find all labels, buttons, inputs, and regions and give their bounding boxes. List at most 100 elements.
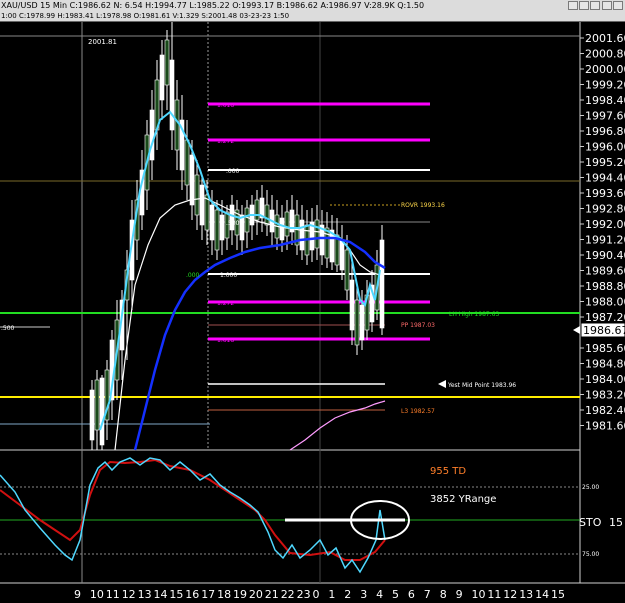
time-tick-label: 2 <box>344 588 351 601</box>
left-500-label: .500 <box>1 325 15 332</box>
yest-mid-label: Yest Mid Point 1983.96 <box>447 382 516 389</box>
candle-body <box>299 219 305 251</box>
candle-body <box>214 209 220 251</box>
time-tick-label: 14 <box>154 588 168 601</box>
time-tick-label: 10 <box>472 588 486 601</box>
time-tick-label: 13 <box>519 588 533 601</box>
price-tick-label: 1992.00 <box>585 218 625 231</box>
time-tick-label: 0 <box>313 588 320 601</box>
stoch-level-75-label: 75.00 <box>582 551 599 558</box>
time-tick-label: 5 <box>392 588 399 601</box>
price-tick-label: 1998.40 <box>585 94 625 107</box>
stoch-red-line <box>0 458 386 561</box>
time-tick-label: 10 <box>90 588 104 601</box>
time-tick-label: 15 <box>551 588 565 601</box>
time-tick-label: 8 <box>440 588 447 601</box>
fib-1272-top-label: 1.272 <box>217 138 234 145</box>
price-tick-label: 1988.00 <box>585 296 625 309</box>
time-tick-label: 4 <box>376 588 383 601</box>
price-tick-label: 1993.60 <box>585 187 625 200</box>
time-tick-label: 12 <box>503 588 517 601</box>
candle-body <box>279 217 285 241</box>
time-tick-label: 21 <box>265 588 279 601</box>
time-tick-label: 17 <box>201 588 215 601</box>
fib-1000-label: 1.000 <box>220 272 237 279</box>
candle-body <box>339 239 345 271</box>
price-tick-label: 1984.00 <box>585 373 625 386</box>
time-tick-label: 16 <box>185 588 199 601</box>
candle-body <box>359 304 365 341</box>
fib-000-label: .000 <box>226 168 240 175</box>
price-tick-label: 1992.80 <box>585 203 625 216</box>
candle-body <box>189 154 195 206</box>
fib-000-low-label: .000 <box>186 272 200 279</box>
candle-body <box>264 204 270 226</box>
time-tick-label: 13 <box>138 588 152 601</box>
price-tick-label: 1991.20 <box>585 234 625 247</box>
time-tick-label: 6 <box>408 588 415 601</box>
candle-body <box>379 239 385 329</box>
price-tick-label: 1996.80 <box>585 125 625 138</box>
candle-body <box>99 377 105 446</box>
price-tick-label: 1997.60 <box>585 110 625 123</box>
price-tick-label: 2001.60 <box>585 32 625 45</box>
chart-window: XAU/USD 15 Min C:1986.62 N: 6.54 H:1994.… <box>0 0 625 603</box>
candle-body <box>354 299 360 346</box>
stoch-period: 15 <box>609 516 623 529</box>
candle-body <box>199 184 205 226</box>
price-tick-label: 1987.20 <box>585 311 625 324</box>
candle-body <box>254 199 260 221</box>
time-tick-label: 7 <box>424 588 431 601</box>
price-tick-label: 1994.40 <box>585 172 625 185</box>
candle-body <box>159 54 165 101</box>
time-tick-label: 15 <box>169 588 183 601</box>
price-axis: 2001.60 2000.80 2000.00 1999.20 1998.40 1997.… <box>580 32 625 433</box>
pp-label: PP 1987.03 <box>401 322 435 329</box>
candle-body <box>174 99 180 151</box>
candle-body <box>324 227 330 259</box>
price-tick-label: 2000.00 <box>585 63 625 76</box>
time-tick-label: 18 <box>217 588 231 601</box>
candle-body <box>344 249 350 291</box>
price-tick-label: 1984.80 <box>585 358 625 371</box>
td-count-label: 955 TD <box>430 466 466 477</box>
price-tick-label: 1989.60 <box>585 265 625 278</box>
fib-1272-bottom-label: 1.272 <box>217 300 234 307</box>
candle-body <box>164 39 170 86</box>
stoch-level-25-label: 25.00 <box>582 484 599 491</box>
time-tick-label: 11 <box>487 588 501 601</box>
time-tick-label: 11 <box>106 588 120 601</box>
time-tick-label: 20 <box>249 588 263 601</box>
price-tick-label: 1985.60 <box>585 342 625 355</box>
price-tick-label: 1999.20 <box>585 79 625 92</box>
time-tick-label: 23 <box>297 588 311 601</box>
price-tick-label: 1996.00 <box>585 141 625 154</box>
candle-body <box>149 109 155 161</box>
time-axis: 9 10 11 12 13 14 15 16 17 18 19 20 21 22 23 0 1 2 3 4 5 6 7 8 9 1… <box>74 588 565 601</box>
candle-body <box>209 204 215 241</box>
price-tick-label: 1983.20 <box>585 389 625 402</box>
current-price-text: 1986.67 <box>583 324 625 337</box>
fib-1618-top-label: 1.618 <box>217 102 234 109</box>
stoch-label: STO <box>579 516 602 529</box>
price-tick-label: 1990.40 <box>585 249 625 262</box>
candle-body <box>314 219 320 249</box>
session-high-label: 2001.81 <box>88 38 117 46</box>
candle-body <box>244 207 250 233</box>
time-tick-label: 1 <box>328 588 335 601</box>
price-tick-label: 2000.80 <box>585 48 625 61</box>
time-tick-label: 12 <box>122 588 136 601</box>
l3-label: L3 1982.57 <box>401 408 435 415</box>
candle-body <box>219 214 225 241</box>
time-tick-label: 3 <box>360 588 367 601</box>
time-tick-label: 9 <box>456 588 463 601</box>
price-chart[interactable]: 2001.81 1.618 1.272 .000 .500 1.000 .000… <box>0 0 625 603</box>
fib-1618-bottom-label: 1.618 <box>217 337 234 344</box>
candle-body <box>194 174 200 216</box>
candle-body <box>184 139 190 186</box>
time-tick-label: 22 <box>281 588 295 601</box>
lh-high-label: LH High 1987.63 <box>449 311 499 318</box>
candle-body <box>284 211 290 237</box>
fib-500-label: .500 <box>226 220 240 227</box>
price-tick-label: 1988.80 <box>585 280 625 293</box>
